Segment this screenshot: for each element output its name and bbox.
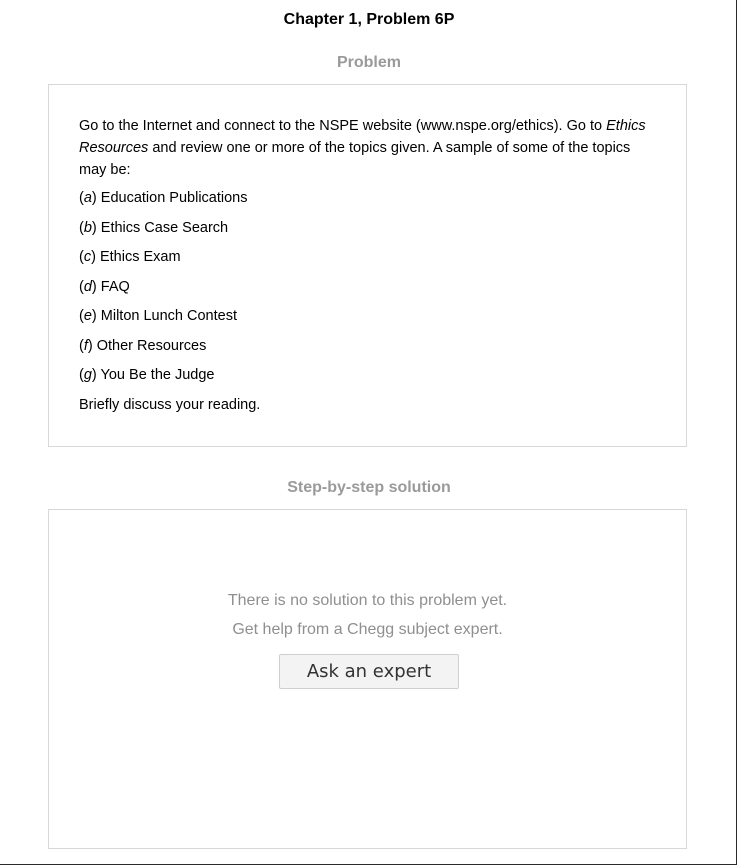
- topic-letter: b: [83, 219, 92, 236]
- topic-item-d: (d) FAQ: [79, 278, 130, 295]
- chapter-title: Chapter 1, Problem 6P: [283, 11, 455, 28]
- topic-letter: c: [83, 249, 92, 265]
- topic-letter: e: [83, 308, 92, 324]
- problem-heading: Problem: [336, 54, 401, 71]
- problem-box: Go to the Internet and connect to the NS…: [48, 84, 687, 447]
- topic-label: FAQ: [100, 278, 130, 295]
- problem-intro-text: Go to the Internet and connect to the NS…: [79, 118, 607, 134]
- topic-label: You Be the Judge: [100, 367, 215, 383]
- topic-item-b: (b) Ethics Case Search: [79, 219, 229, 236]
- expert-help-text: Get help from a Chegg subject expert.: [232, 621, 503, 638]
- topic-item-f: (f) Other Resources: [79, 337, 207, 354]
- ask-expert-button[interactable]: Ask an expert: [279, 654, 459, 689]
- solution-box: There is no solution to this problem yet…: [48, 509, 687, 849]
- problem-statement: Go to the Internet and connect to the NS…: [79, 115, 656, 181]
- no-solution-text: There is no solution to this problem yet…: [227, 592, 508, 609]
- topic-label: Milton Lunch Contest: [100, 308, 237, 324]
- topic-label: Ethics Exam: [99, 249, 181, 265]
- no-solution-message: There is no solution to this problem yet…: [49, 586, 686, 644]
- topic-item-g: (g) You Be the Judge: [79, 367, 215, 383]
- solution-heading: Step-by-step solution: [287, 479, 451, 496]
- topic-label: Ethics Case Search: [100, 219, 229, 236]
- problem-instruction: Briefly discuss your reading.: [79, 396, 261, 413]
- topic-item-a: (a) Education Publications: [79, 190, 248, 206]
- topic-label: Education Publications: [100, 190, 248, 206]
- problem-intro-text-continued: and review one or more of the topics giv…: [79, 140, 631, 178]
- topic-item-e: (e) Milton Lunch Contest: [79, 308, 237, 324]
- topic-letter: f: [83, 337, 88, 354]
- topic-label: Other Resources: [96, 337, 207, 354]
- topic-letter: a: [83, 190, 92, 206]
- topic-letter: g: [83, 367, 92, 383]
- topic-letter: d: [83, 278, 92, 295]
- topic-item-c: (c) Ethics Exam: [79, 249, 181, 265]
